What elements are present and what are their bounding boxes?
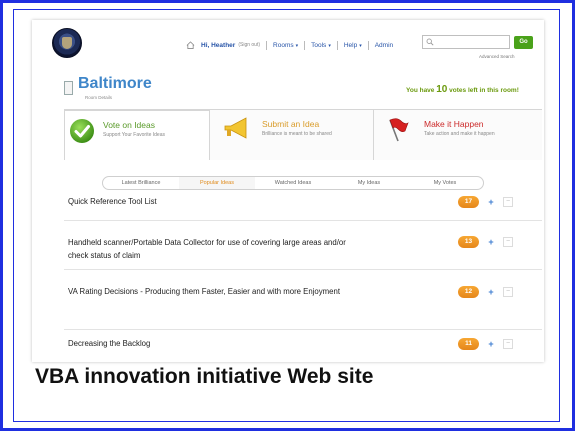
vote-up-button[interactable]: +: [486, 197, 496, 207]
tab-submit-idea[interactable]: Submit an Idea Brilliance is meant to be…: [210, 110, 374, 160]
nav-divider: [367, 40, 369, 50]
tab-popular-ideas[interactable]: Popular Ideas: [179, 177, 255, 189]
rooms-label: Rooms: [273, 41, 294, 49]
tools-menu[interactable]: Tools ▾: [311, 42, 331, 49]
home-icon[interactable]: [186, 41, 195, 49]
action-title: Make it Happen: [424, 119, 484, 129]
action-subtitle: Brilliance is meant to be shared: [262, 131, 332, 137]
vote-down-button[interactable]: −: [503, 237, 513, 247]
tab-vote-on-ideas[interactable]: Vote on Ideas Support Your Favorite Idea…: [64, 110, 210, 160]
vote-count-badge: 12: [458, 286, 479, 298]
vote-up-button[interactable]: +: [486, 339, 496, 349]
search-icon: [426, 38, 434, 46]
slide-caption: VBA innovation initiative Web site: [35, 365, 374, 388]
vote-count-badge: 11: [458, 338, 479, 350]
divider: [64, 220, 542, 221]
room-icon: [64, 81, 73, 95]
chevron-down-icon: ▾: [295, 42, 299, 49]
tab-latest-brilliance[interactable]: Latest Brilliance: [103, 177, 179, 189]
votes-suffix: votes left in this room!: [447, 87, 519, 94]
divider: [64, 269, 542, 270]
tab-make-it-happen[interactable]: Make it Happen Take action and make it h…: [374, 110, 542, 160]
advanced-search-link[interactable]: Advanced Search: [479, 54, 515, 59]
action-subtitle: Support Your Favorite Ideas: [103, 132, 165, 138]
divider: [64, 329, 542, 330]
megaphone-icon: [224, 117, 247, 139]
vote-up-button[interactable]: +: [486, 237, 496, 247]
idea-title-link[interactable]: Quick Reference Tool List: [68, 195, 512, 208]
signout-link[interactable]: (Sign out): [238, 42, 260, 48]
chevron-down-icon: ▾: [328, 42, 331, 49]
vote-count-badge: 17: [458, 196, 479, 208]
room-details-link[interactable]: Room Details: [85, 95, 112, 100]
check-icon: [70, 119, 94, 143]
search-input[interactable]: [422, 35, 510, 49]
vote-down-button[interactable]: −: [503, 339, 513, 349]
idea-title-link[interactable]: VA Rating Decisions - Producing them Fas…: [68, 285, 378, 298]
tab-my-ideas[interactable]: My Ideas: [331, 177, 407, 189]
greeting-text: Hi, Heather: [201, 41, 236, 49]
nav-divider: [304, 40, 306, 50]
top-nav: Hi, Heather (Sign out) Rooms ▾ Tools ▾ Hel…: [186, 39, 393, 51]
action-title: Submit an Idea: [262, 119, 320, 129]
vote-down-button[interactable]: −: [503, 287, 513, 297]
action-subtitle: Take action and make it happen: [424, 131, 495, 137]
help-label: Help: [343, 41, 358, 49]
nav-divider: [336, 40, 338, 50]
admin-link[interactable]: Admin: [375, 42, 393, 49]
vote-down-button[interactable]: −: [503, 197, 513, 207]
help-menu[interactable]: Help ▾: [344, 42, 362, 49]
action-title: Vote on Ideas: [103, 120, 155, 130]
flag-icon: [389, 118, 409, 142]
votes-prefix: You have: [406, 87, 437, 94]
tab-watched-ideas[interactable]: Watched Ideas: [255, 177, 331, 189]
tools-label: Tools: [311, 41, 327, 49]
action-tabs: Vote on Ideas Support Your Favorite Idea…: [64, 109, 542, 160]
search-go-button[interactable]: Go: [514, 36, 533, 49]
votes-remaining: You have 10 votes left in this room!: [406, 84, 519, 95]
idea-title-link[interactable]: Handheld scanner/Portable Data Collector…: [68, 236, 368, 262]
tab-my-votes[interactable]: My Votes: [407, 177, 483, 189]
chevron-down-icon: ▾: [359, 42, 362, 49]
website-screenshot: Hi, Heather (Sign out) Rooms ▾ Tools ▾ Hel…: [34, 22, 542, 360]
va-seal-logo[interactable]: [52, 28, 82, 58]
votes-count: 10: [436, 84, 448, 95]
idea-filter-tabs: Latest Brilliance Popular Ideas Watched …: [102, 176, 484, 190]
nav-divider: [266, 40, 268, 50]
idea-title-link[interactable]: Decreasing the Backlog: [68, 337, 512, 350]
rooms-menu[interactable]: Rooms ▾: [273, 42, 298, 49]
vote-up-button[interactable]: +: [486, 287, 496, 297]
vote-count-badge: 13: [458, 236, 479, 248]
room-title: Baltimore: [78, 75, 152, 92]
